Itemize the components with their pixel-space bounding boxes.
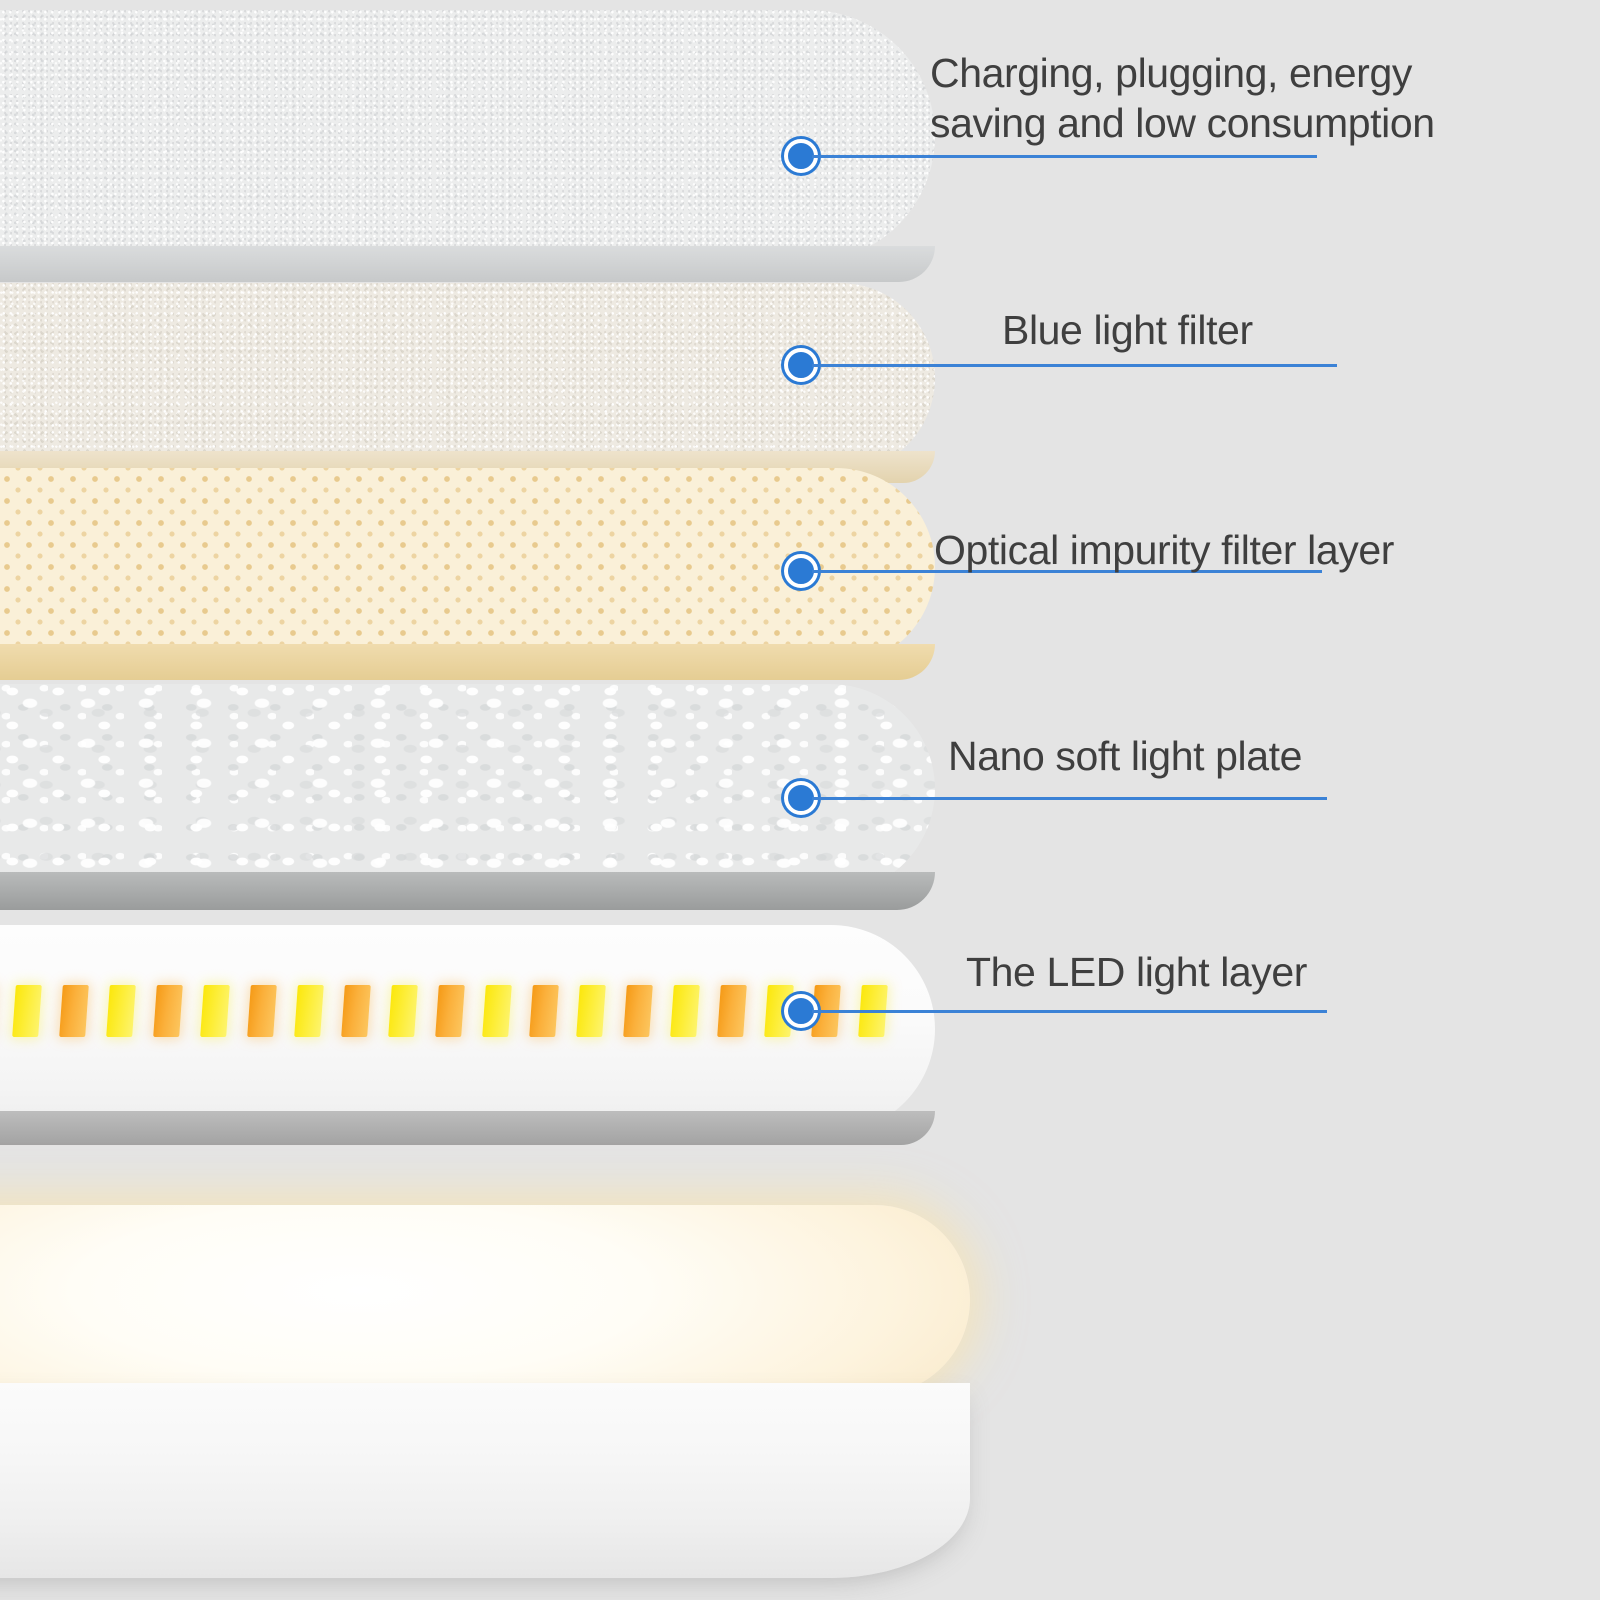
led-chip	[341, 985, 371, 1037]
led-chip	[388, 985, 418, 1037]
callout-label-nano-soft-light-plate: Nano soft light plate	[948, 733, 1302, 779]
diagram-canvas: Charging, plugging, energy saving and lo…	[0, 0, 1600, 1600]
callout-label-blue-light-filter: Blue light filter	[1002, 307, 1253, 353]
layer-optical-impurity-filter-face	[0, 468, 935, 666]
assembled-lamp-unit	[0, 1205, 970, 1578]
led-chip	[811, 985, 841, 1037]
led-strip	[0, 925, 935, 1133]
layer-nano-soft-light-plate	[0, 684, 935, 919]
led-chip	[435, 985, 465, 1037]
led-chip	[200, 985, 230, 1037]
layer-optical-impurity-filter	[0, 468, 935, 683]
led-chip	[153, 985, 183, 1037]
lamp-diffuser-panel	[0, 1205, 970, 1395]
callout-label-optical-impurity-filter-layer: Optical impurity filter layer	[934, 527, 1395, 573]
led-chip	[576, 985, 606, 1037]
layer-top-cover-edge	[0, 246, 935, 282]
layer-blue-light-filter	[0, 283, 935, 488]
led-chip	[717, 985, 747, 1037]
led-chip	[106, 985, 136, 1037]
layer-optical-impurity-filter-edge	[0, 644, 935, 680]
layer-blue-light-filter-face	[0, 283, 935, 473]
led-chip	[247, 985, 277, 1037]
led-chip	[59, 985, 89, 1037]
led-chip	[12, 985, 42, 1037]
layer-nano-soft-light-plate-edge	[0, 872, 935, 910]
callout-label-the-led-light-layer: The LED light layer	[966, 949, 1308, 995]
led-chip	[529, 985, 559, 1037]
layer-top-cover	[0, 10, 935, 285]
lamp-body	[0, 1383, 970, 1578]
led-chip	[764, 985, 794, 1037]
led-chip	[858, 985, 888, 1037]
led-chip	[482, 985, 512, 1037]
callout-label-charging: Charging, plugging, energy saving and lo…	[930, 50, 1435, 147]
led-chip	[623, 985, 653, 1037]
led-chip	[294, 985, 324, 1037]
led-chip	[670, 985, 700, 1037]
layer-top-cover-face	[0, 10, 935, 262]
layer-nano-soft-light-plate-face	[0, 684, 935, 894]
layer-led-light	[0, 925, 935, 1150]
